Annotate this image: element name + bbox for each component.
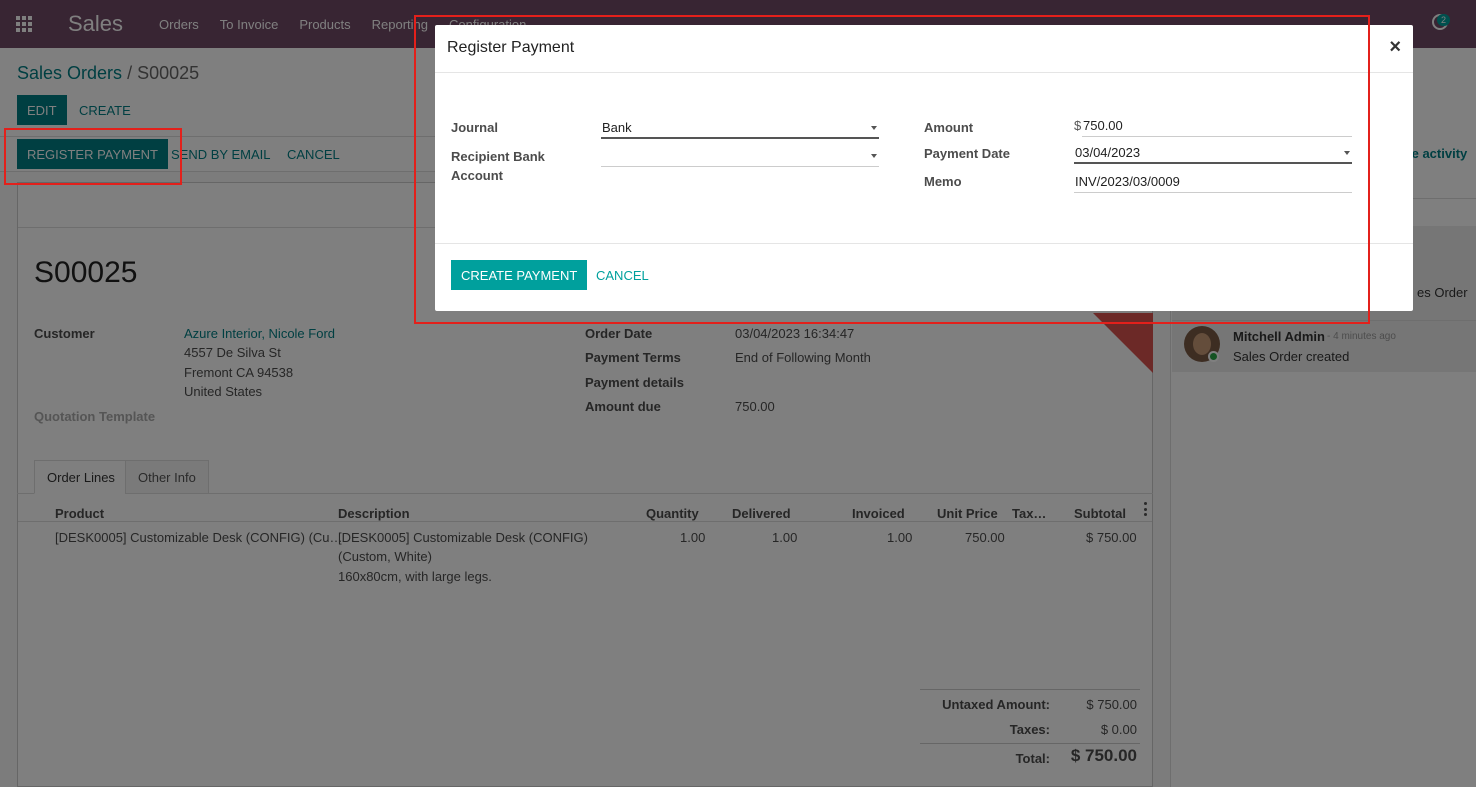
annotation-box-register — [4, 128, 182, 185]
close-icon[interactable]: × — [1389, 36, 1401, 59]
annotation-box-dialog — [414, 15, 1370, 324]
